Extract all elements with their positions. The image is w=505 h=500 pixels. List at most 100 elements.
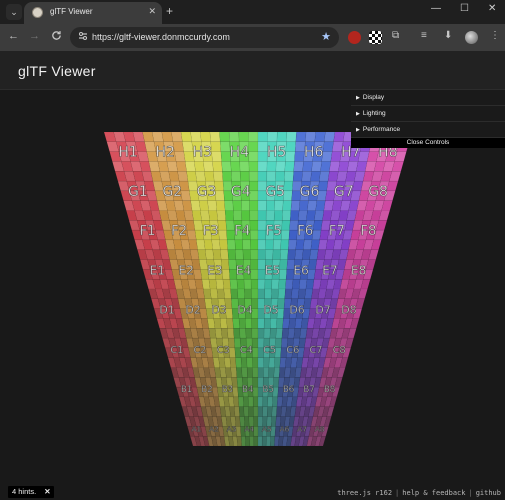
grid-cell-label: F4: [234, 224, 250, 239]
menu-icon[interactable]: ⋮: [490, 30, 500, 41]
folder-label: Lighting: [362, 110, 386, 117]
grid-tile: [230, 288, 239, 300]
grid-cell-label: A4: [244, 424, 254, 433]
grid-tile: [317, 180, 329, 192]
grid-tile: [242, 396, 249, 407]
grid-tile: [229, 278, 238, 290]
grid-tile: [151, 131, 164, 142]
tab-close-icon[interactable]: ✕: [148, 6, 156, 17]
grid-cell-label: H1: [118, 145, 137, 161]
grid-tile: [286, 131, 297, 142]
grid-cell-label: B7: [303, 385, 314, 395]
grid-tile: [242, 239, 251, 251]
grid-tile: [302, 239, 313, 251]
grid-cell-label: H3: [193, 145, 212, 161]
grid-tile: [207, 200, 218, 211]
grid-cell-label: E3: [207, 263, 222, 277]
grid-tile: [245, 436, 251, 447]
hints-close-icon[interactable]: ✕: [44, 487, 50, 496]
grid-tile: [236, 278, 245, 290]
grid-cell-label: A3: [227, 424, 237, 433]
grid-tile: [234, 239, 244, 251]
grid-tile: [204, 249, 215, 260]
grid-tile: [257, 229, 267, 241]
profile-avatar[interactable]: [465, 31, 478, 44]
extensions-puzzle-icon[interactable]: ⧉: [392, 30, 399, 41]
github-link[interactable]: github: [476, 489, 501, 497]
grid-tile: [219, 131, 230, 142]
grid-tile: [198, 200, 209, 211]
close-controls-button[interactable]: Close Controls: [351, 138, 505, 148]
grid-tile: [273, 367, 281, 378]
maximize-icon[interactable]: ☐: [460, 3, 469, 14]
grid-tile: [257, 200, 267, 211]
grid-cell-label: B1: [181, 385, 192, 395]
grid-tile: [244, 288, 252, 300]
grid-cell-label: E4: [236, 263, 252, 277]
grid-tile: [249, 220, 259, 231]
extension-checker-icon[interactable]: [369, 31, 382, 44]
grid-tile: [310, 171, 321, 182]
controls-folder-performance[interactable]: ▶ Performance: [351, 122, 505, 138]
grid-tile: [269, 328, 277, 339]
grid-tile: [291, 278, 301, 290]
address-bar[interactable]: https://gltf-viewer.donmccurdy.com ★: [70, 27, 339, 48]
back-icon[interactable]: ←: [8, 30, 19, 42]
site-info-icon[interactable]: [78, 31, 88, 43]
folder-caret-icon: ▶: [356, 111, 360, 117]
reload-icon[interactable]: [51, 30, 62, 44]
grid-tile: [250, 259, 259, 270]
grid-cell-label: G8: [368, 184, 388, 200]
grid-tile: [219, 239, 229, 251]
hints-badge[interactable]: 4 hints. ✕: [8, 486, 55, 498]
bookmark-star-icon[interactable]: ★: [321, 30, 331, 43]
new-tab-button[interactable]: +: [166, 4, 173, 18]
forward-icon[interactable]: →: [29, 30, 40, 42]
extension-red-icon[interactable]: [348, 31, 361, 44]
grid-tile: [250, 269, 259, 280]
grid-tile: [209, 288, 219, 300]
controls-folder-display[interactable]: ▶ Display: [351, 90, 505, 106]
grid-cell-label: B4: [242, 385, 253, 395]
tab-search-button[interactable]: ⌄: [6, 4, 22, 20]
grid-tile: [266, 171, 277, 182]
grid-cell-label: H6: [304, 145, 324, 161]
grid-tile: [301, 249, 312, 260]
grid-tile: [200, 210, 210, 221]
controls-folder-lighting[interactable]: ▶ Lighting: [351, 106, 505, 122]
grid-tile: [280, 239, 290, 251]
help-feedback-link[interactable]: help & feedback: [402, 489, 465, 497]
grid-tile: [253, 426, 259, 437]
grid-tile: [249, 436, 255, 447]
grid-tile: [190, 200, 201, 211]
grid-tile: [283, 180, 294, 192]
grid-tile: [281, 210, 292, 221]
grid-tile: [265, 239, 274, 251]
model-viewport[interactable]: H1 H2 H3 H4 H5 H6 H7 H8 G1 G2 G3 G4 G5 G6 G7 G8 F1 F2 F3 F4…: [0, 90, 505, 500]
grid-tile: [228, 131, 240, 142]
grid-tile: [295, 131, 307, 142]
media-controls-icon[interactable]: ≡: [421, 30, 427, 41]
grid-tile: [257, 436, 263, 447]
threejs-version-link[interactable]: three.js r162: [337, 489, 392, 497]
grid-cell-label: C6: [286, 345, 299, 356]
grid-tile: [232, 200, 242, 211]
active-tab[interactable]: glTF Viewer ✕: [24, 2, 162, 24]
app-header: glTF Viewer: [0, 51, 505, 90]
grid-tile: [284, 161, 295, 172]
grid-tile: [230, 161, 241, 172]
grid-tile: [233, 406, 240, 417]
grid-tile: [267, 396, 274, 407]
grid-cell-label: E5: [265, 263, 280, 277]
grid-tile: [265, 436, 271, 447]
downloads-icon[interactable]: ⬇: [444, 30, 452, 41]
minimize-icon[interactable]: —: [431, 3, 441, 14]
grid-tile: [186, 171, 197, 182]
grid-tile: [277, 288, 286, 300]
grid-tile: [248, 131, 259, 142]
grid-tile: [284, 288, 293, 300]
model-render[interactable]: H1 H2 H3 H4 H5 H6 H7 H8G1 G2 G3 G4 G5 G6 G7 G8F1 F2 F3 F4…: [0, 90, 505, 500]
controls-panel: ▶ Display ▶ Lighting ▶ Performance Close Cont…: [351, 90, 505, 148]
window-close-icon[interactable]: ✕: [488, 3, 496, 14]
grid-tile: [322, 141, 334, 152]
